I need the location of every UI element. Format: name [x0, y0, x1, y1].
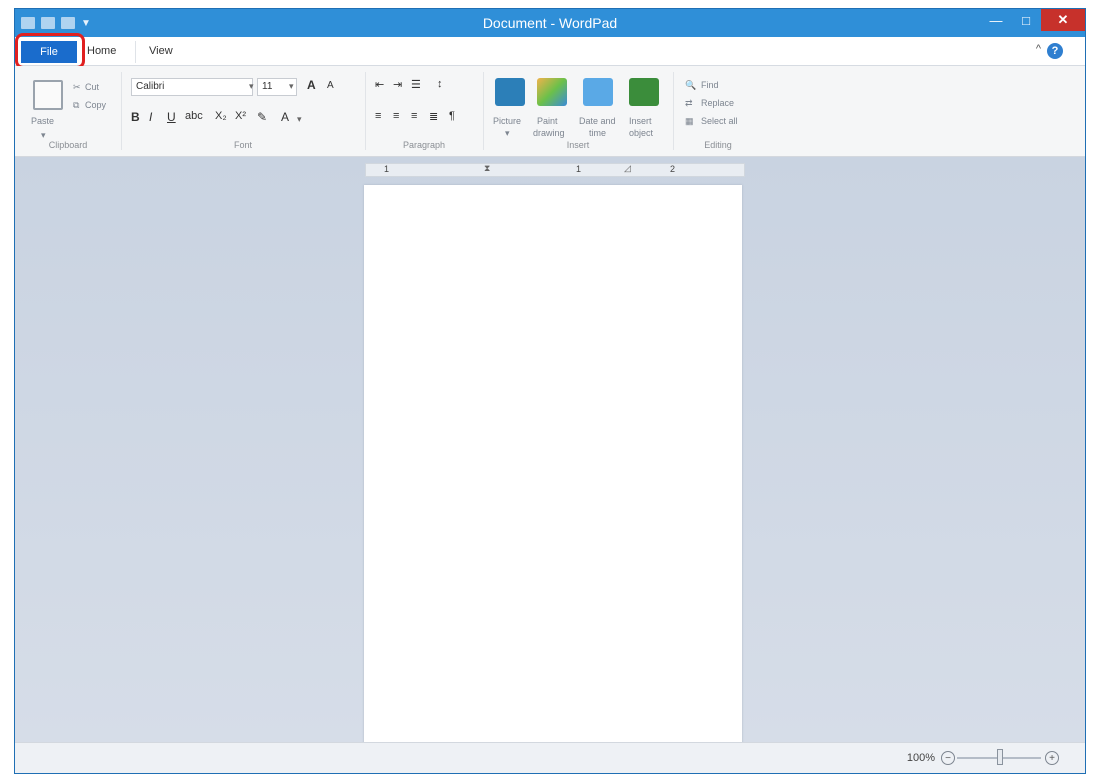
insert-object-icon[interactable] [629, 78, 659, 106]
minimize-ribbon-chevron-icon[interactable]: ^ [1036, 43, 1041, 55]
highlighter-icon[interactable]: ✎ [257, 110, 267, 124]
document-area: 1 1 2 ⧗ ◿ [15, 157, 1085, 745]
italic-icon[interactable]: I [149, 110, 152, 124]
ruler-mark-1b: 1 [576, 164, 582, 174]
replace-button[interactable]: Replace [701, 98, 734, 108]
group-font: Calibri ▾ 11 ▾ A A B I U abc X₂ X² ✎ A ▾… [121, 66, 365, 156]
zoom-slider-thumb[interactable] [997, 749, 1003, 765]
font-size-dropdown-chevron-icon[interactable]: ▾ [289, 81, 294, 92]
copy-button[interactable]: Copy [85, 100, 106, 110]
decrease-indent-icon[interactable]: ⇤ [375, 78, 384, 91]
strikethrough-icon[interactable]: abc [185, 110, 203, 122]
window-title: Document - WordPad [482, 15, 618, 31]
ribbon-tabs: File Home View ^ ? [15, 33, 1085, 69]
text-color-dropdown-chevron-icon[interactable]: ▾ [297, 114, 302, 125]
right-indent-marker-icon[interactable]: ◿ [624, 163, 631, 174]
date-time-button-line2[interactable]: time [589, 128, 606, 138]
tab-separator [135, 41, 136, 63]
superscript-icon[interactable]: X² [235, 110, 246, 122]
paragraph-icon[interactable]: ¶ [449, 110, 455, 122]
title-bar: ▼ Document - WordPad — □ ✕ [15, 9, 1085, 37]
picture-icon[interactable] [495, 78, 525, 106]
text-color-icon[interactable]: A [281, 110, 289, 124]
align-right-icon[interactable]: ≡ [411, 110, 417, 122]
ribbon: Paste ▾ ✂ Cut ⧉ Copy Clipboard Calibri ▾… [15, 66, 1085, 157]
group-label-paragraph: Paragraph [402, 140, 446, 150]
window-controls: — □ ✕ [981, 9, 1085, 31]
calendar-icon[interactable] [583, 78, 613, 106]
tab-file[interactable]: File [15, 33, 85, 69]
maximize-button[interactable]: □ [1011, 9, 1041, 31]
indent-marker-icon[interactable]: ⧗ [484, 163, 490, 174]
select-all-icon: ▦ [685, 116, 694, 126]
group-clipboard: Paste ▾ ✂ Cut ⧉ Copy Clipboard [15, 66, 121, 156]
date-time-button-line1[interactable]: Date and [579, 116, 616, 126]
group-label-insert: Insert [566, 140, 590, 150]
subscript-icon[interactable]: X₂ [215, 110, 227, 122]
grow-font-icon[interactable]: A [307, 78, 316, 92]
group-label-font: Font [233, 140, 252, 150]
help-icon[interactable]: ? [1047, 43, 1063, 59]
bullets-icon[interactable]: ☰ [411, 78, 421, 91]
group-paragraph: ⇤ ⇥ ☰ ↕ ≡ ≡ ≡ ≣ ¶ Paragraph [365, 66, 483, 156]
status-bar: 100% − + [15, 742, 1085, 773]
select-all-button[interactable]: Select all [701, 116, 738, 126]
cut-icon: ✂ [73, 82, 81, 92]
group-label-editing: Editing [704, 140, 732, 150]
bold-icon[interactable]: B [131, 110, 140, 124]
find-icon: 🔍 [685, 80, 697, 90]
group-editing: 🔍 Find ⇄ Replace ▦ Select all Editing [673, 66, 763, 156]
ruler-mark-2: 2 [670, 164, 676, 174]
wordpad-window: ▼ Document - WordPad — □ ✕ File Home Vie… [14, 8, 1086, 774]
zoom-out-icon[interactable]: − [941, 751, 955, 765]
tab-home[interactable]: Home [87, 45, 116, 57]
ruler[interactable]: 1 1 2 ⧗ ◿ [365, 163, 745, 177]
justify-icon[interactable]: ≣ [429, 110, 438, 123]
file-tab-highlight [15, 33, 85, 69]
find-button[interactable]: Find [701, 80, 719, 90]
line-spacing-icon[interactable]: ↕ [437, 78, 443, 90]
insert-object-button-line2[interactable]: object [629, 128, 653, 138]
copy-icon: ⧉ [73, 100, 80, 110]
font-family-dropdown-chevron-icon[interactable]: ▾ [249, 81, 254, 92]
document-page[interactable] [364, 185, 742, 745]
shrink-font-icon[interactable]: A [327, 80, 334, 91]
tab-view[interactable]: View [149, 45, 173, 57]
zoom-level: 100% [906, 752, 935, 764]
paint-drawing-button-line2[interactable]: drawing [533, 128, 565, 138]
group-insert: Picture ▾ Paint drawing Date and time In… [483, 66, 673, 156]
replace-icon: ⇄ [685, 98, 693, 108]
font-family-select[interactable]: Calibri [131, 78, 253, 96]
paste-button[interactable]: Paste [31, 116, 54, 126]
paint-icon[interactable] [537, 78, 567, 106]
align-center-icon[interactable]: ≡ [393, 110, 399, 122]
group-label-clipboard: Clipboard [48, 140, 88, 150]
insert-object-button-line1[interactable]: Insert [629, 116, 652, 126]
align-left-icon[interactable]: ≡ [375, 110, 381, 122]
paste-icon[interactable] [33, 80, 63, 110]
zoom-in-icon[interactable]: + [1045, 751, 1059, 765]
minimize-button[interactable]: — [981, 9, 1011, 31]
increase-indent-icon[interactable]: ⇥ [393, 78, 402, 91]
picture-dropdown-chevron-icon[interactable]: ▾ [505, 128, 510, 139]
cut-button[interactable]: Cut [85, 82, 99, 92]
paint-drawing-button-line1[interactable]: Paint [537, 116, 558, 126]
picture-button[interactable]: Picture [493, 116, 521, 126]
underline-icon[interactable]: U [167, 110, 176, 124]
ruler-mark-1: 1 [384, 164, 390, 174]
close-button[interactable]: ✕ [1041, 9, 1085, 31]
